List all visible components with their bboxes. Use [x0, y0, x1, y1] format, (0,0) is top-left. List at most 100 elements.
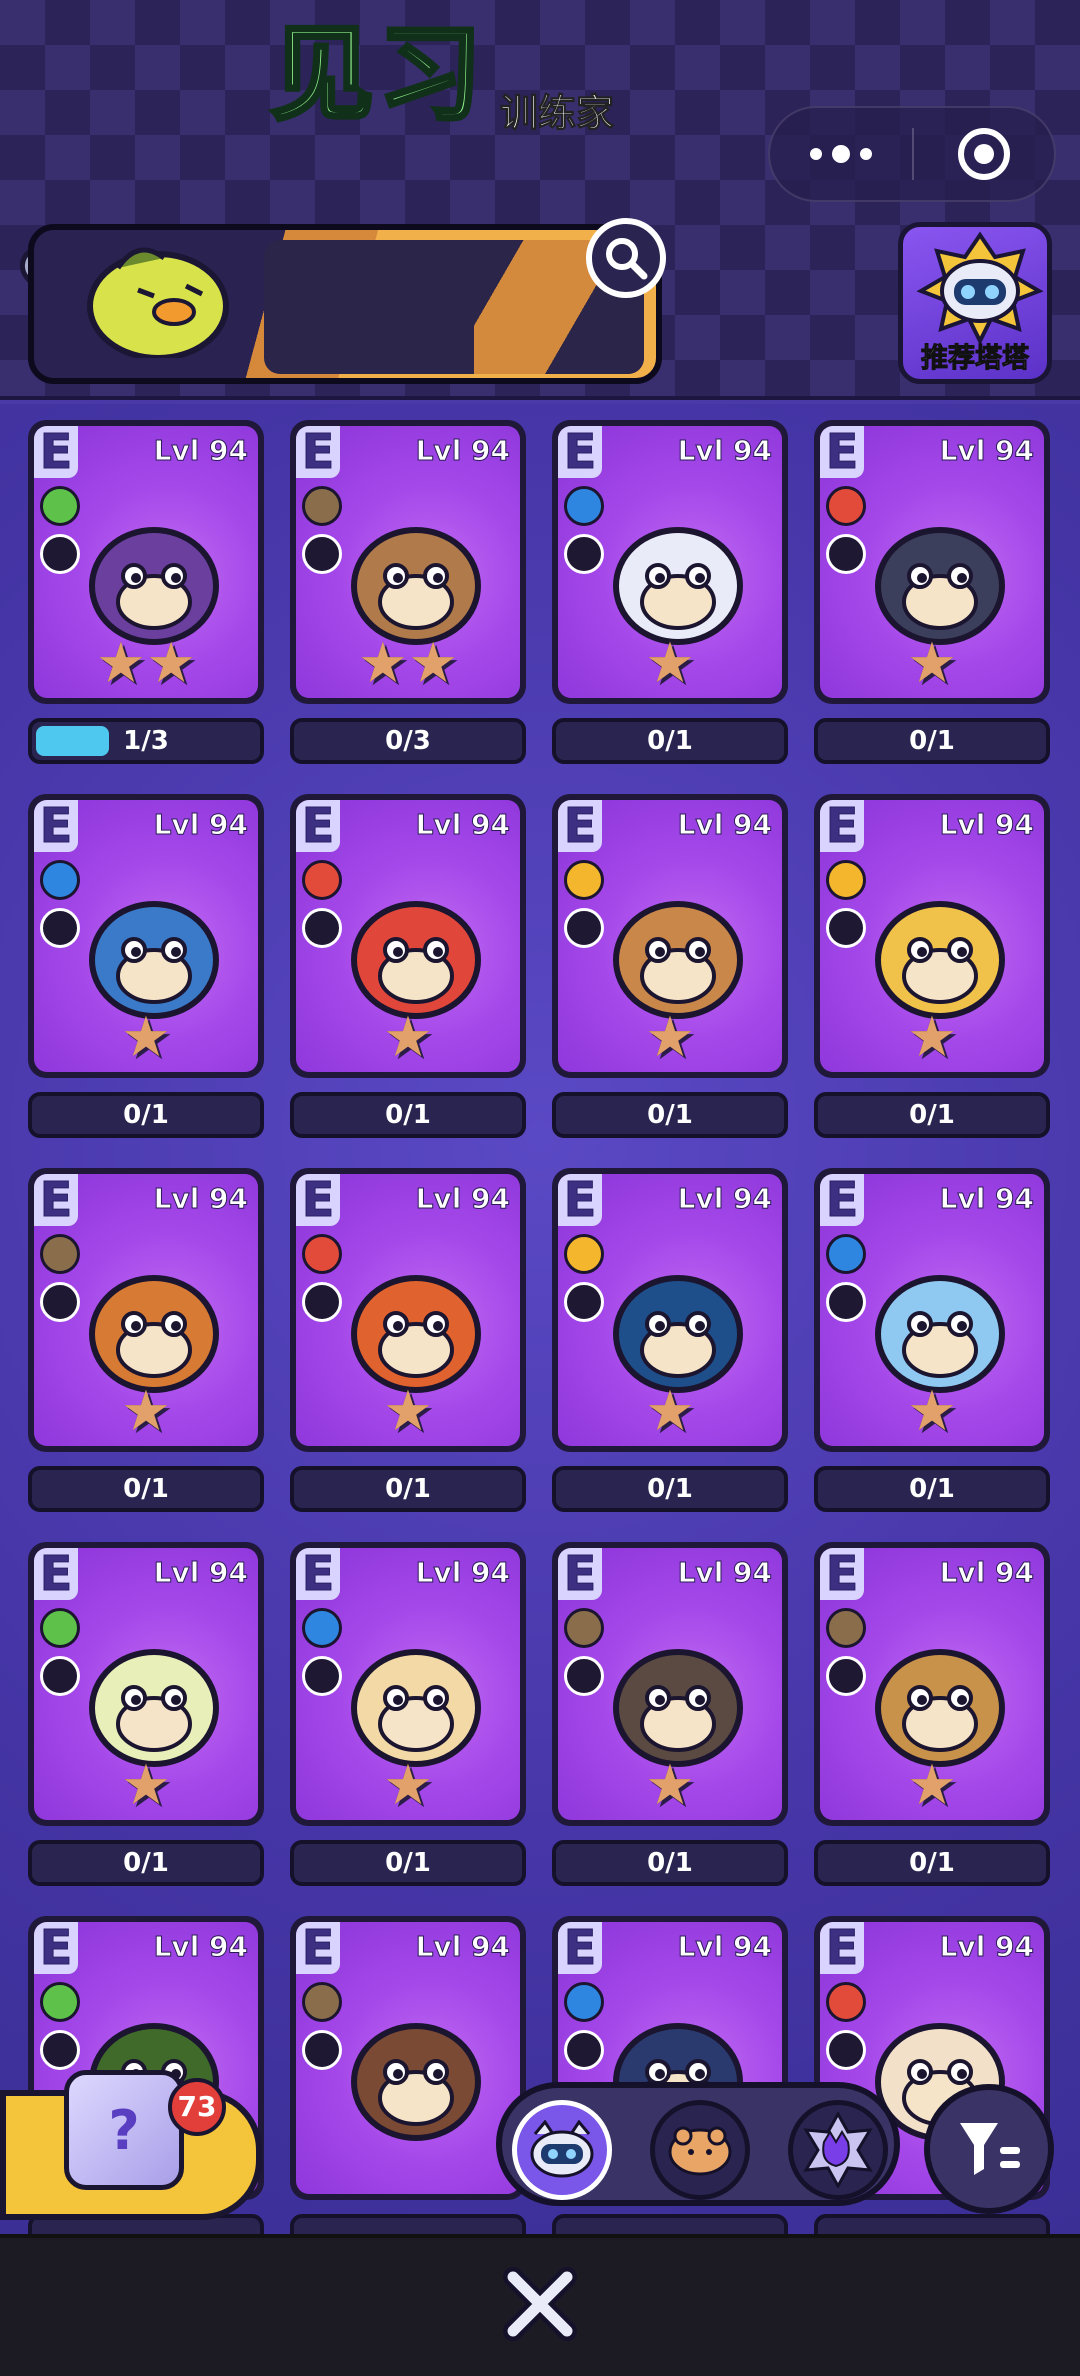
flask-role-icon — [302, 1656, 342, 1696]
level-label: Lvl 94 — [677, 808, 772, 842]
sword-role-icon — [564, 1282, 604, 1322]
pet-card[interactable]: E Lvl 94 ★ 0/1 — [290, 1542, 526, 1886]
level-label: Lvl 94 — [677, 1930, 772, 1964]
pet-card[interactable]: E Lvl 94 ★ 0/1 — [552, 1542, 788, 1886]
star-rating: ★ — [906, 1379, 958, 1444]
pet-card[interactable]: E Lvl 94 — [290, 1916, 526, 2236]
shard-count: 0/1 — [909, 726, 955, 756]
shard-count: 0/1 — [123, 1100, 169, 1130]
star-rating: ★ — [120, 1753, 172, 1818]
pet-card[interactable]: E Lvl 94 ★ 0/1 — [814, 1168, 1050, 1512]
card-frame: E Lvl 94 ★ — [814, 1542, 1050, 1826]
pet-card[interactable]: E Lvl 94 ★ 0/1 — [28, 794, 264, 1138]
feather-role-icon — [40, 1282, 80, 1322]
card-art: E Lvl 94 ★ — [558, 1548, 782, 1820]
pet-card[interactable]: E Lvl 94 ★ 0/1 — [290, 1168, 526, 1512]
shard-progress-fill — [36, 726, 109, 756]
pet-card[interactable]: E Lvl 94 ★ 0/1 — [814, 420, 1050, 764]
card-art: E Lvl 94 ★ — [558, 1174, 782, 1446]
robot-cat-icon — [916, 231, 1044, 346]
grade-badge: E — [296, 800, 340, 853]
shield-role-icon — [564, 2030, 604, 2070]
feather-role-icon — [826, 1656, 866, 1696]
level-label: Lvl 94 — [939, 1556, 1034, 1590]
card-art: E Lvl 94 ★ — [34, 1174, 258, 1446]
rank-subtitle: 训练家 — [499, 91, 615, 136]
shard-count: 0/1 — [123, 1848, 169, 1878]
sword-role-icon — [40, 908, 80, 948]
crystal-cat-icon — [803, 2112, 873, 2188]
filter-button[interactable] — [924, 2084, 1054, 2214]
star-rating: ★ — [644, 1753, 696, 1818]
rank-title: 见习 — [268, 12, 487, 136]
pet-card[interactable]: E Lvl 94 ★ 0/1 — [552, 1168, 788, 1512]
tab-food[interactable] — [650, 2100, 750, 2200]
pet-card[interactable]: E Lvl 94 ★ 0/1 — [814, 1542, 1050, 1886]
level-label: Lvl 94 — [415, 1182, 510, 1216]
close-button[interactable] — [500, 2264, 580, 2344]
grade-badge: E — [558, 800, 602, 853]
pet-card[interactable]: E Lvl 94 ★★ 1/3 — [28, 420, 264, 764]
level-label: Lvl 94 — [415, 1556, 510, 1590]
grade-badge: E — [820, 800, 864, 853]
card-frame: E Lvl 94 ★★ — [290, 420, 526, 704]
pet-card[interactable]: E Lvl 94 ★ 0/1 — [552, 794, 788, 1138]
feather-role-icon — [302, 2030, 342, 2070]
pet-card[interactable]: E Lvl 94 ★ 0/1 — [552, 420, 788, 764]
sword-role-icon — [302, 908, 342, 948]
grade-badge: E — [558, 1174, 602, 1227]
more-menu-button[interactable] — [770, 108, 912, 200]
card-art: E Lvl 94 ★★ — [34, 426, 258, 698]
level-label: Lvl 94 — [677, 434, 772, 468]
search-button[interactable] — [586, 218, 666, 298]
card-art: E Lvl 94 ★ — [34, 1548, 258, 1820]
sword-role-icon — [40, 1656, 80, 1696]
grade-badge: E — [296, 1548, 340, 1601]
feather-role-icon — [826, 534, 866, 574]
tab-badges[interactable] — [788, 2100, 888, 2200]
feather-role-icon — [826, 908, 866, 948]
water-element-icon — [302, 1608, 342, 1648]
fire-element-icon — [826, 486, 866, 526]
pet-card[interactable]: E Lvl 94 ★ 0/1 — [290, 794, 526, 1138]
level-label: Lvl 94 — [415, 1930, 510, 1964]
diamond-role-icon — [302, 1282, 342, 1322]
mini-program-capsule — [768, 106, 1056, 202]
star-rating: ★★ — [95, 631, 197, 696]
close-miniprogram-button[interactable] — [914, 128, 1054, 180]
pet-card[interactable]: E Lvl 94 ★★ 0/3 — [290, 420, 526, 764]
shard-count: 0/3 — [385, 726, 431, 756]
more-dot-icon — [810, 148, 822, 160]
card-frame: E Lvl 94 ★ — [814, 794, 1050, 1078]
card-frame: E Lvl 94 ★ — [552, 420, 788, 704]
recommend-tata-button[interactable]: 推荐塔塔 — [898, 222, 1052, 384]
tab-pets[interactable] — [512, 2100, 612, 2200]
pet-card[interactable]: E Lvl 94 ★ 0/1 — [28, 1542, 264, 1886]
card-art: E Lvl 94 ★ — [820, 800, 1044, 1072]
shard-progress-bar: 0/1 — [552, 1466, 788, 1512]
shard-count: 0/1 — [909, 1848, 955, 1878]
card-frame: E Lvl 94 ★ — [552, 1168, 788, 1452]
shard-progress-bar: 0/1 — [552, 1840, 788, 1886]
pet-card[interactable]: E Lvl 94 ★ 0/1 — [28, 1168, 264, 1512]
card-frame: E Lvl 94 ★ — [552, 1542, 788, 1826]
earth-element-icon — [826, 1608, 866, 1648]
card-art: E Lvl 94 ★ — [820, 1548, 1044, 1820]
card-frame: E Lvl 94 ★ — [290, 1542, 526, 1826]
fire-element-icon — [302, 1234, 342, 1274]
card-art: E Lvl 94 ★ — [296, 800, 520, 1072]
shard-progress-bar: 0/1 — [28, 1466, 264, 1512]
pet-card[interactable]: E Lvl 94 ★ 0/1 — [814, 794, 1050, 1138]
shard-progress-bar: 1/3 — [28, 718, 264, 764]
card-art: E Lvl 94 — [296, 1922, 520, 2194]
card-frame: E Lvl 94 ★★ — [28, 420, 264, 704]
shard-count: 1/3 — [123, 726, 169, 756]
star-rating: ★ — [382, 1005, 434, 1070]
more-dot-icon — [860, 148, 872, 160]
shard-progress-bar: 0/1 — [814, 1840, 1050, 1886]
shard-count: 0/1 — [647, 726, 693, 756]
grade-badge: E — [34, 800, 78, 853]
mystery-dice-icon[interactable]: ? — [64, 2070, 184, 2190]
level-label: Lvl 94 — [153, 808, 248, 842]
grade-badge: E — [820, 1922, 864, 1975]
